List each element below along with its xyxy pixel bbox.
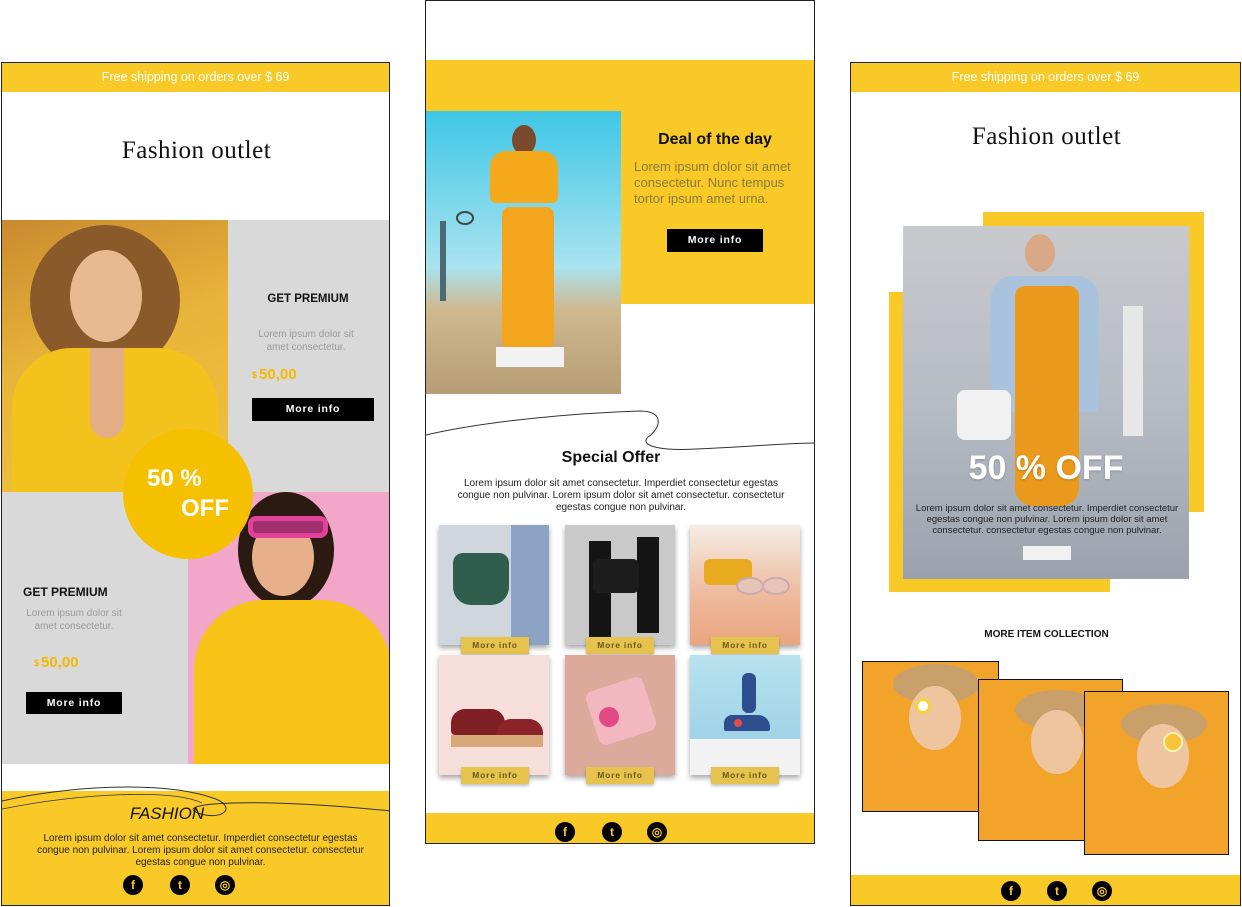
email-template-3: Free shipping on orders over $ 69 Fashio… — [850, 62, 1241, 906]
instagram-icon[interactable]: ◎ — [647, 822, 667, 842]
model-3-pants — [502, 207, 554, 349]
model-neckline — [90, 348, 124, 438]
instagram-icon[interactable]: ◎ — [215, 875, 235, 895]
pink-clutch-icon — [583, 675, 659, 747]
instagram-icon[interactable]: ◎ — [1092, 881, 1112, 901]
woman-1-face — [909, 686, 961, 750]
shipping-banner: Free shipping on orders over $ 69 — [851, 63, 1240, 92]
facebook-icon[interactable]: f — [1001, 881, 1021, 901]
email-template-1: Free shipping on orders over $ 69 Fashio… — [1, 62, 390, 906]
product-tile-heels[interactable] — [690, 655, 800, 775]
hero-text: Lorem ipsum dolor sit amet consectetur. … — [915, 503, 1179, 536]
promo-1-more-info-button[interactable]: More info — [252, 398, 374, 421]
promo-1-heading: GET PREMIUM — [267, 293, 349, 305]
model-3-top — [490, 151, 558, 203]
deal-heading: Deal of the day — [658, 131, 772, 148]
discount-line-2: OFF — [181, 495, 229, 522]
product-5-more-info-button[interactable]: More info — [586, 767, 654, 784]
promo-2-more-info-button[interactable]: More info — [26, 692, 122, 714]
building-column — [1123, 306, 1143, 436]
product-tile-green-bag[interactable] — [439, 525, 549, 645]
hoop-rim — [456, 211, 474, 225]
discount-badge: 50 % OFF — [123, 429, 253, 559]
woman-3-face — [1137, 724, 1189, 788]
heel-flower-accent — [734, 719, 742, 727]
product-tile-sunglasses[interactable] — [690, 525, 800, 645]
model-2-yellow-shirt — [194, 600, 389, 764]
offer-text: Lorem ipsum dolor sit amet consectetur. … — [457, 478, 785, 513]
floral-heel-icon-2 — [724, 715, 770, 731]
deal-more-info-button[interactable]: More info — [667, 229, 763, 252]
product-3-more-info-button[interactable]: More info — [711, 637, 779, 654]
product-2-more-info-button[interactable]: More info — [586, 637, 654, 654]
model-face — [70, 250, 142, 342]
footer-band-3 — [851, 875, 1240, 905]
white-sneakers — [1023, 546, 1071, 560]
sunglasses-icon — [736, 577, 764, 595]
model-photo-orange-tracksuit — [426, 111, 621, 394]
brand-title: Fashion outlet — [971, 123, 1122, 150]
black-boots-icon-2 — [637, 537, 659, 633]
product-6-more-info-button[interactable]: More info — [711, 767, 779, 784]
promo-1-price: $50,00 — [252, 366, 297, 383]
basketball-hoop — [440, 221, 446, 301]
footer-heading: FASHION — [129, 804, 205, 823]
sandal-sole — [451, 735, 543, 747]
decorative-swoosh-2 — [426, 410, 814, 450]
promo-2-heading: GET PREMIUM — [23, 585, 108, 599]
deal-text: Lorem ipsum dolor sit amet consectetur. … — [634, 159, 791, 206]
twitter-icon[interactable]: t — [170, 875, 190, 895]
denim-sleeve — [511, 525, 549, 645]
collection-photo-3[interactable] — [1084, 691, 1229, 855]
model-3-shoes — [496, 347, 564, 367]
woman-3-dress — [1099, 798, 1223, 854]
clutch-flower — [599, 707, 619, 727]
promo-2-price: $50,00 — [34, 654, 79, 671]
product-4-more-info-button[interactable]: More info — [461, 767, 529, 784]
product-tile-sandals[interactable] — [439, 655, 549, 775]
facebook-icon[interactable]: f — [555, 822, 575, 842]
discount-line-1: 50 % — [147, 465, 202, 492]
model-4-head — [1025, 234, 1055, 272]
floral-heel-icon — [742, 673, 756, 713]
facebook-icon[interactable]: f — [123, 875, 143, 895]
orange-slice-icon — [1163, 732, 1183, 752]
daisy-icon — [915, 698, 931, 714]
promo-1-text: Lorem ipsum dolor sit amet consectetur. — [258, 329, 354, 353]
pink-sunglasses-icon — [248, 516, 328, 538]
product-1-more-info-button[interactable]: More info — [461, 637, 529, 654]
twitter-icon[interactable]: t — [1047, 881, 1067, 901]
white-handbag-icon — [957, 390, 1011, 440]
product-tile-pink-clutch[interactable] — [565, 655, 675, 775]
email-template-2: Deal of the day Lorem ipsum dolor sit am… — [425, 0, 815, 844]
brand-title: Fashion outlet — [121, 137, 272, 164]
shipping-banner: Free shipping on orders over $ 69 — [2, 63, 389, 92]
green-bag-icon — [453, 553, 509, 605]
promo-2-text: Lorem ipsum dolor sit amet consectetur. — [26, 608, 122, 632]
product-tile-black-boots[interactable] — [565, 525, 675, 645]
black-bag-icon — [593, 559, 639, 593]
woman-2-face — [1031, 710, 1083, 774]
offer-heading: Special Offer — [561, 449, 661, 466]
sunglasses-icon-lens — [762, 577, 790, 595]
footer-text: Lorem ipsum dolor sit amet consectetur. … — [37, 833, 364, 868]
promo-card-1: GET PREMIUM Lorem ipsum dolor sit amet c… — [228, 220, 389, 492]
woman-1-dress — [873, 758, 993, 811]
twitter-icon[interactable]: t — [602, 822, 622, 842]
hero-discount: 50 % OFF — [968, 449, 1124, 487]
collection-heading: MORE ITEM COLLECTION — [984, 629, 1109, 640]
